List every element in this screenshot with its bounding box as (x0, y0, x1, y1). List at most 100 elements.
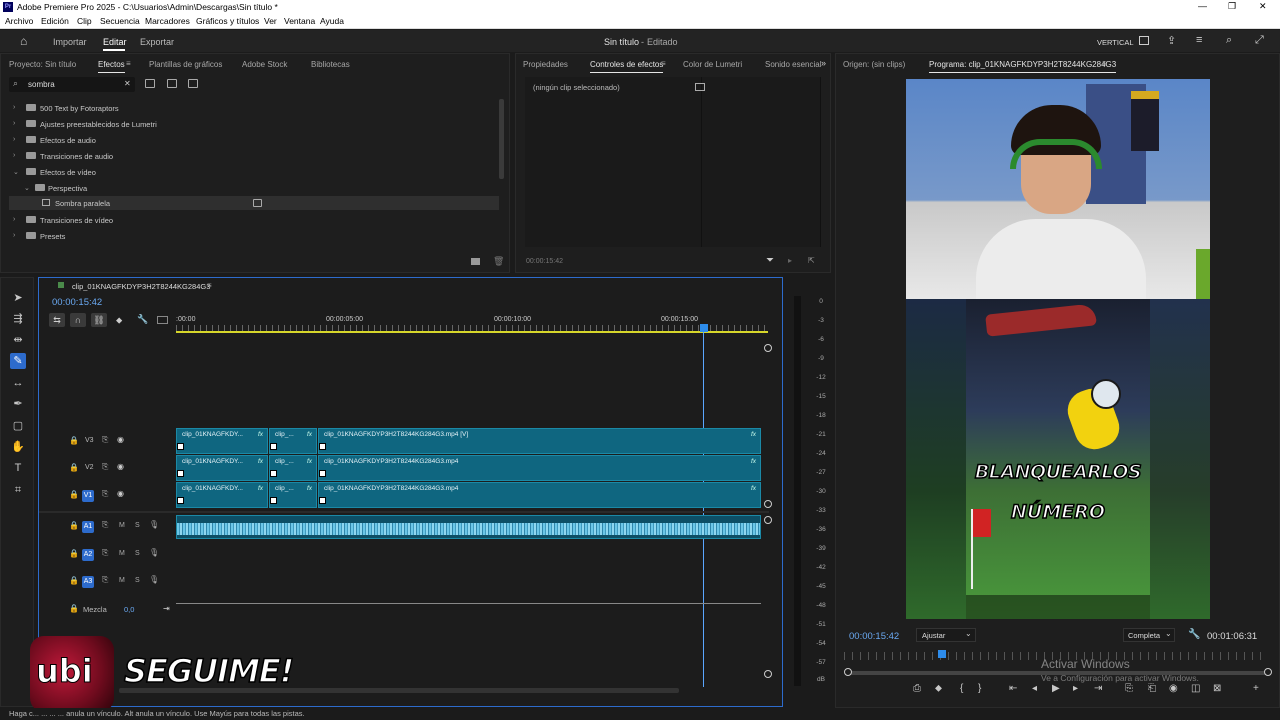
program-timecode[interactable]: 00:00:15:42 (849, 631, 899, 642)
menu-graficos[interactable]: Gráficos y títulos (196, 16, 259, 26)
tab-effect-controls[interactable]: Controles de efectos (590, 60, 664, 73)
chevron-right-icon[interactable]: › (13, 120, 15, 127)
32bit-effects-icon[interactable] (167, 79, 177, 88)
sync-lock-icon[interactable]: ⎘ (102, 462, 108, 472)
settings-wrench-icon[interactable]: 🔧 (1188, 629, 1200, 640)
track-target-a2[interactable]: A2 (82, 549, 94, 561)
tree-item[interactable]: ⌄ Efectos de vídeo (9, 165, 499, 179)
tree-item[interactable]: › Ajustes preestablecidos de Lumetri (9, 117, 499, 131)
menu-ayuda[interactable]: Ayuda (320, 16, 344, 26)
tab-lumetri-color[interactable]: Color de Lumetri (683, 60, 742, 69)
step-back-icon[interactable]: ◂ (1032, 683, 1037, 694)
menu-edicion[interactable]: Edición (41, 16, 69, 26)
tab-menu-icon[interactable]: ≡ (126, 59, 131, 68)
clip[interactable]: clip_01KNAGFKDY... fx (176, 428, 268, 454)
tab-project[interactable]: Proyecto: Sin título (9, 60, 76, 69)
lock-icon[interactable]: 🔒 (69, 549, 79, 558)
menu-archivo[interactable]: Archivo (5, 16, 33, 26)
slip-tool-icon[interactable]: ↔ (10, 375, 26, 391)
chevron-down-icon[interactable]: ⌄ (13, 168, 19, 176)
sync-lock-icon[interactable]: ⎘ (102, 575, 108, 585)
share-icon[interactable]: ⇪ (1167, 34, 1176, 47)
tab-libraries[interactable]: Bibliotecas (311, 60, 350, 69)
effects-search[interactable]: ⌕ sombra ✕ (9, 77, 135, 92)
tab-exportar[interactable]: Exportar (140, 37, 174, 47)
zoom-handle-left[interactable] (844, 668, 852, 676)
caption-tool-icon[interactable]: ⌗ (10, 482, 26, 498)
zoom-handle-right[interactable] (1264, 668, 1272, 676)
tab-menu-icon[interactable]: ≡ (207, 281, 212, 290)
clip[interactable]: clip_01KNAGFKDY... fx (176, 455, 268, 481)
add-marker-icon[interactable]: ⬥ (116, 315, 122, 326)
export-icon[interactable]: ⇱ (808, 256, 815, 265)
quick-export-icon[interactable]: ≡ (1196, 34, 1202, 46)
export-frame-icon[interactable]: ◉ (1169, 683, 1178, 694)
lock-icon[interactable]: 🔒 (69, 576, 79, 585)
extract-icon[interactable]: ⎗ (1148, 683, 1156, 694)
sync-lock-icon[interactable]: ⎘ (102, 489, 108, 499)
add-marker-icon[interactable]: ⬥ (935, 683, 942, 694)
quality-dropdown[interactable]: Completa ⌄ (1123, 628, 1175, 642)
snap-icon[interactable]: ∩ (70, 313, 86, 327)
menu-secuencia[interactable]: Secuencia (100, 16, 140, 26)
tab-program-monitor[interactable]: Programa: clip_01KNAGFKDYP3H2T8244KG284G… (929, 60, 1117, 73)
sequence-tab[interactable]: clip_01KNAGFKDYP3H2T8244KG284G3 (72, 282, 210, 291)
tab-graphics-templates[interactable]: Plantillas de gráficos (149, 60, 222, 69)
go-to-out-icon[interactable]: ⇥ (1094, 683, 1102, 694)
tree-item[interactable]: › 500 Text by Fotoraptors (9, 101, 499, 115)
captions-icon[interactable] (157, 316, 168, 324)
track-target-a3[interactable]: A3 (82, 576, 94, 588)
more-tabs-icon[interactable]: » (821, 58, 826, 68)
rectangle-tool-icon[interactable]: ▢ (10, 418, 26, 434)
playhead-handle[interactable] (700, 324, 708, 332)
search-icon[interactable]: ⌕ (1226, 34, 1232, 47)
track-target-v1[interactable]: V1 (82, 490, 94, 502)
tab-editar[interactable]: Editar (103, 37, 127, 47)
solo-button[interactable]: S (135, 550, 140, 557)
nest-toggle-icon[interactable]: ⇆ (49, 313, 65, 327)
tab-properties[interactable]: Propiedades (523, 60, 568, 69)
microphone-icon[interactable]: 🎙 (149, 548, 159, 557)
clear-search-icon[interactable]: ✕ (124, 79, 131, 88)
tree-item[interactable]: › Transiciones de vídeo (9, 213, 499, 227)
timeline-timecode[interactable]: 00:00:15:42 (52, 297, 102, 308)
sync-lock-icon[interactable]: ⎘ (102, 520, 108, 530)
eye-icon[interactable]: ◉ (117, 462, 124, 471)
eye-icon[interactable]: ◉ (117, 489, 124, 498)
fullscreen-icon[interactable]: ⤢ (1255, 34, 1264, 47)
vr-icon[interactable]: ⊠ (1213, 683, 1221, 694)
tree-item[interactable]: › Transiciones de audio (9, 149, 499, 163)
close-button[interactable]: ✕ (1259, 1, 1267, 12)
solo-button[interactable]: S (135, 522, 140, 529)
chevron-right-icon[interactable]: › (13, 136, 15, 143)
clip[interactable]: clip_01KNAGFKDY... fx (176, 482, 268, 508)
lock-icon[interactable]: 🔒 (69, 521, 79, 530)
lift-icon[interactable]: ⎘ (1125, 683, 1133, 694)
razor-tool-icon[interactable]: ✎ (10, 353, 26, 369)
mute-button[interactable]: M (119, 577, 125, 584)
insert-marker-icon[interactable]: ⎙ (913, 683, 921, 694)
clip[interactable]: clip_01KNAGFKDYP3H2T8244KG284G3.mp4 fx (318, 482, 761, 508)
clip[interactable]: clip_... fx (269, 455, 317, 481)
chevron-right-icon[interactable]: › (13, 232, 15, 239)
close-tab-icon[interactable] (58, 282, 64, 288)
delete-icon[interactable]: 🗑 (493, 256, 504, 267)
tree-item[interactable]: ⌄ Perspectiva (9, 181, 499, 195)
tree-item[interactable]: › Efectos de audio (9, 133, 499, 147)
vertical-zoom-handle[interactable] (764, 670, 772, 678)
scrollbar[interactable] (499, 99, 504, 179)
play-audio-icon[interactable]: ▸ (788, 256, 792, 265)
go-to-in-icon[interactable]: ⇤ (1009, 683, 1017, 694)
clip[interactable]: clip_01KNAGFKDYP3H2T8244KG284G3.mp4 fx (318, 455, 761, 481)
type-tool-icon[interactable]: T (10, 460, 26, 476)
mute-button[interactable]: M (119, 550, 125, 557)
mark-out-icon[interactable]: } (978, 683, 981, 694)
accelerated-effects-icon[interactable] (145, 79, 155, 88)
audio-clip[interactable] (176, 515, 761, 539)
add-button-icon[interactable]: + (1253, 683, 1259, 694)
tree-item-selected[interactable]: Sombra paralela (9, 196, 499, 210)
tab-importar[interactable]: Importar (53, 37, 87, 47)
work-area-bar[interactable] (176, 331, 768, 333)
menu-ver[interactable]: Ver (264, 16, 277, 26)
maximize-button[interactable]: ❐ (1228, 1, 1236, 12)
